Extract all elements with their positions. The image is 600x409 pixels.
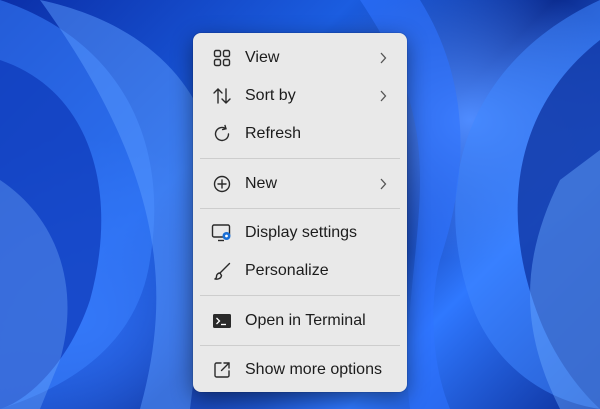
menu-separator <box>200 158 400 159</box>
display-settings-icon <box>211 222 233 244</box>
chevron-right-icon <box>377 52 389 64</box>
refresh-icon <box>211 123 233 145</box>
expand-window-icon <box>211 359 233 381</box>
menu-item-label: Sort by <box>245 87 296 104</box>
context-menu: View Sort by Refresh New Display setting… <box>193 33 407 392</box>
menu-item-personalize[interactable]: Personalize <box>193 253 407 289</box>
menu-item-label: Refresh <box>245 125 302 142</box>
chevron-right-icon <box>377 178 389 190</box>
menu-item-label: New <box>245 175 278 192</box>
menu-separator <box>200 345 400 346</box>
menu-item-label: Show more options <box>245 361 382 378</box>
terminal-icon <box>211 310 233 332</box>
grid-icon <box>211 47 233 69</box>
menu-item-view[interactable]: View <box>193 40 407 76</box>
menu-item-new[interactable]: New <box>193 166 407 202</box>
plus-circle-icon <box>211 173 233 195</box>
brush-icon <box>211 260 233 282</box>
menu-item-display-settings[interactable]: Display settings <box>193 215 407 251</box>
menu-item-open-in-terminal[interactable]: Open in Terminal <box>193 303 407 339</box>
sort-arrows-icon <box>211 85 233 107</box>
menu-separator <box>200 208 400 209</box>
menu-item-label: Personalize <box>245 262 329 279</box>
menu-item-label: Open in Terminal <box>245 312 366 329</box>
menu-item-label: View <box>245 49 280 66</box>
menu-item-show-more-options[interactable]: Show more options <box>193 352 407 388</box>
menu-item-sort-by[interactable]: Sort by <box>193 78 407 114</box>
chevron-right-icon <box>377 90 389 102</box>
menu-item-label: Display settings <box>245 224 358 241</box>
menu-item-refresh[interactable]: Refresh <box>193 116 407 152</box>
menu-separator <box>200 295 400 296</box>
